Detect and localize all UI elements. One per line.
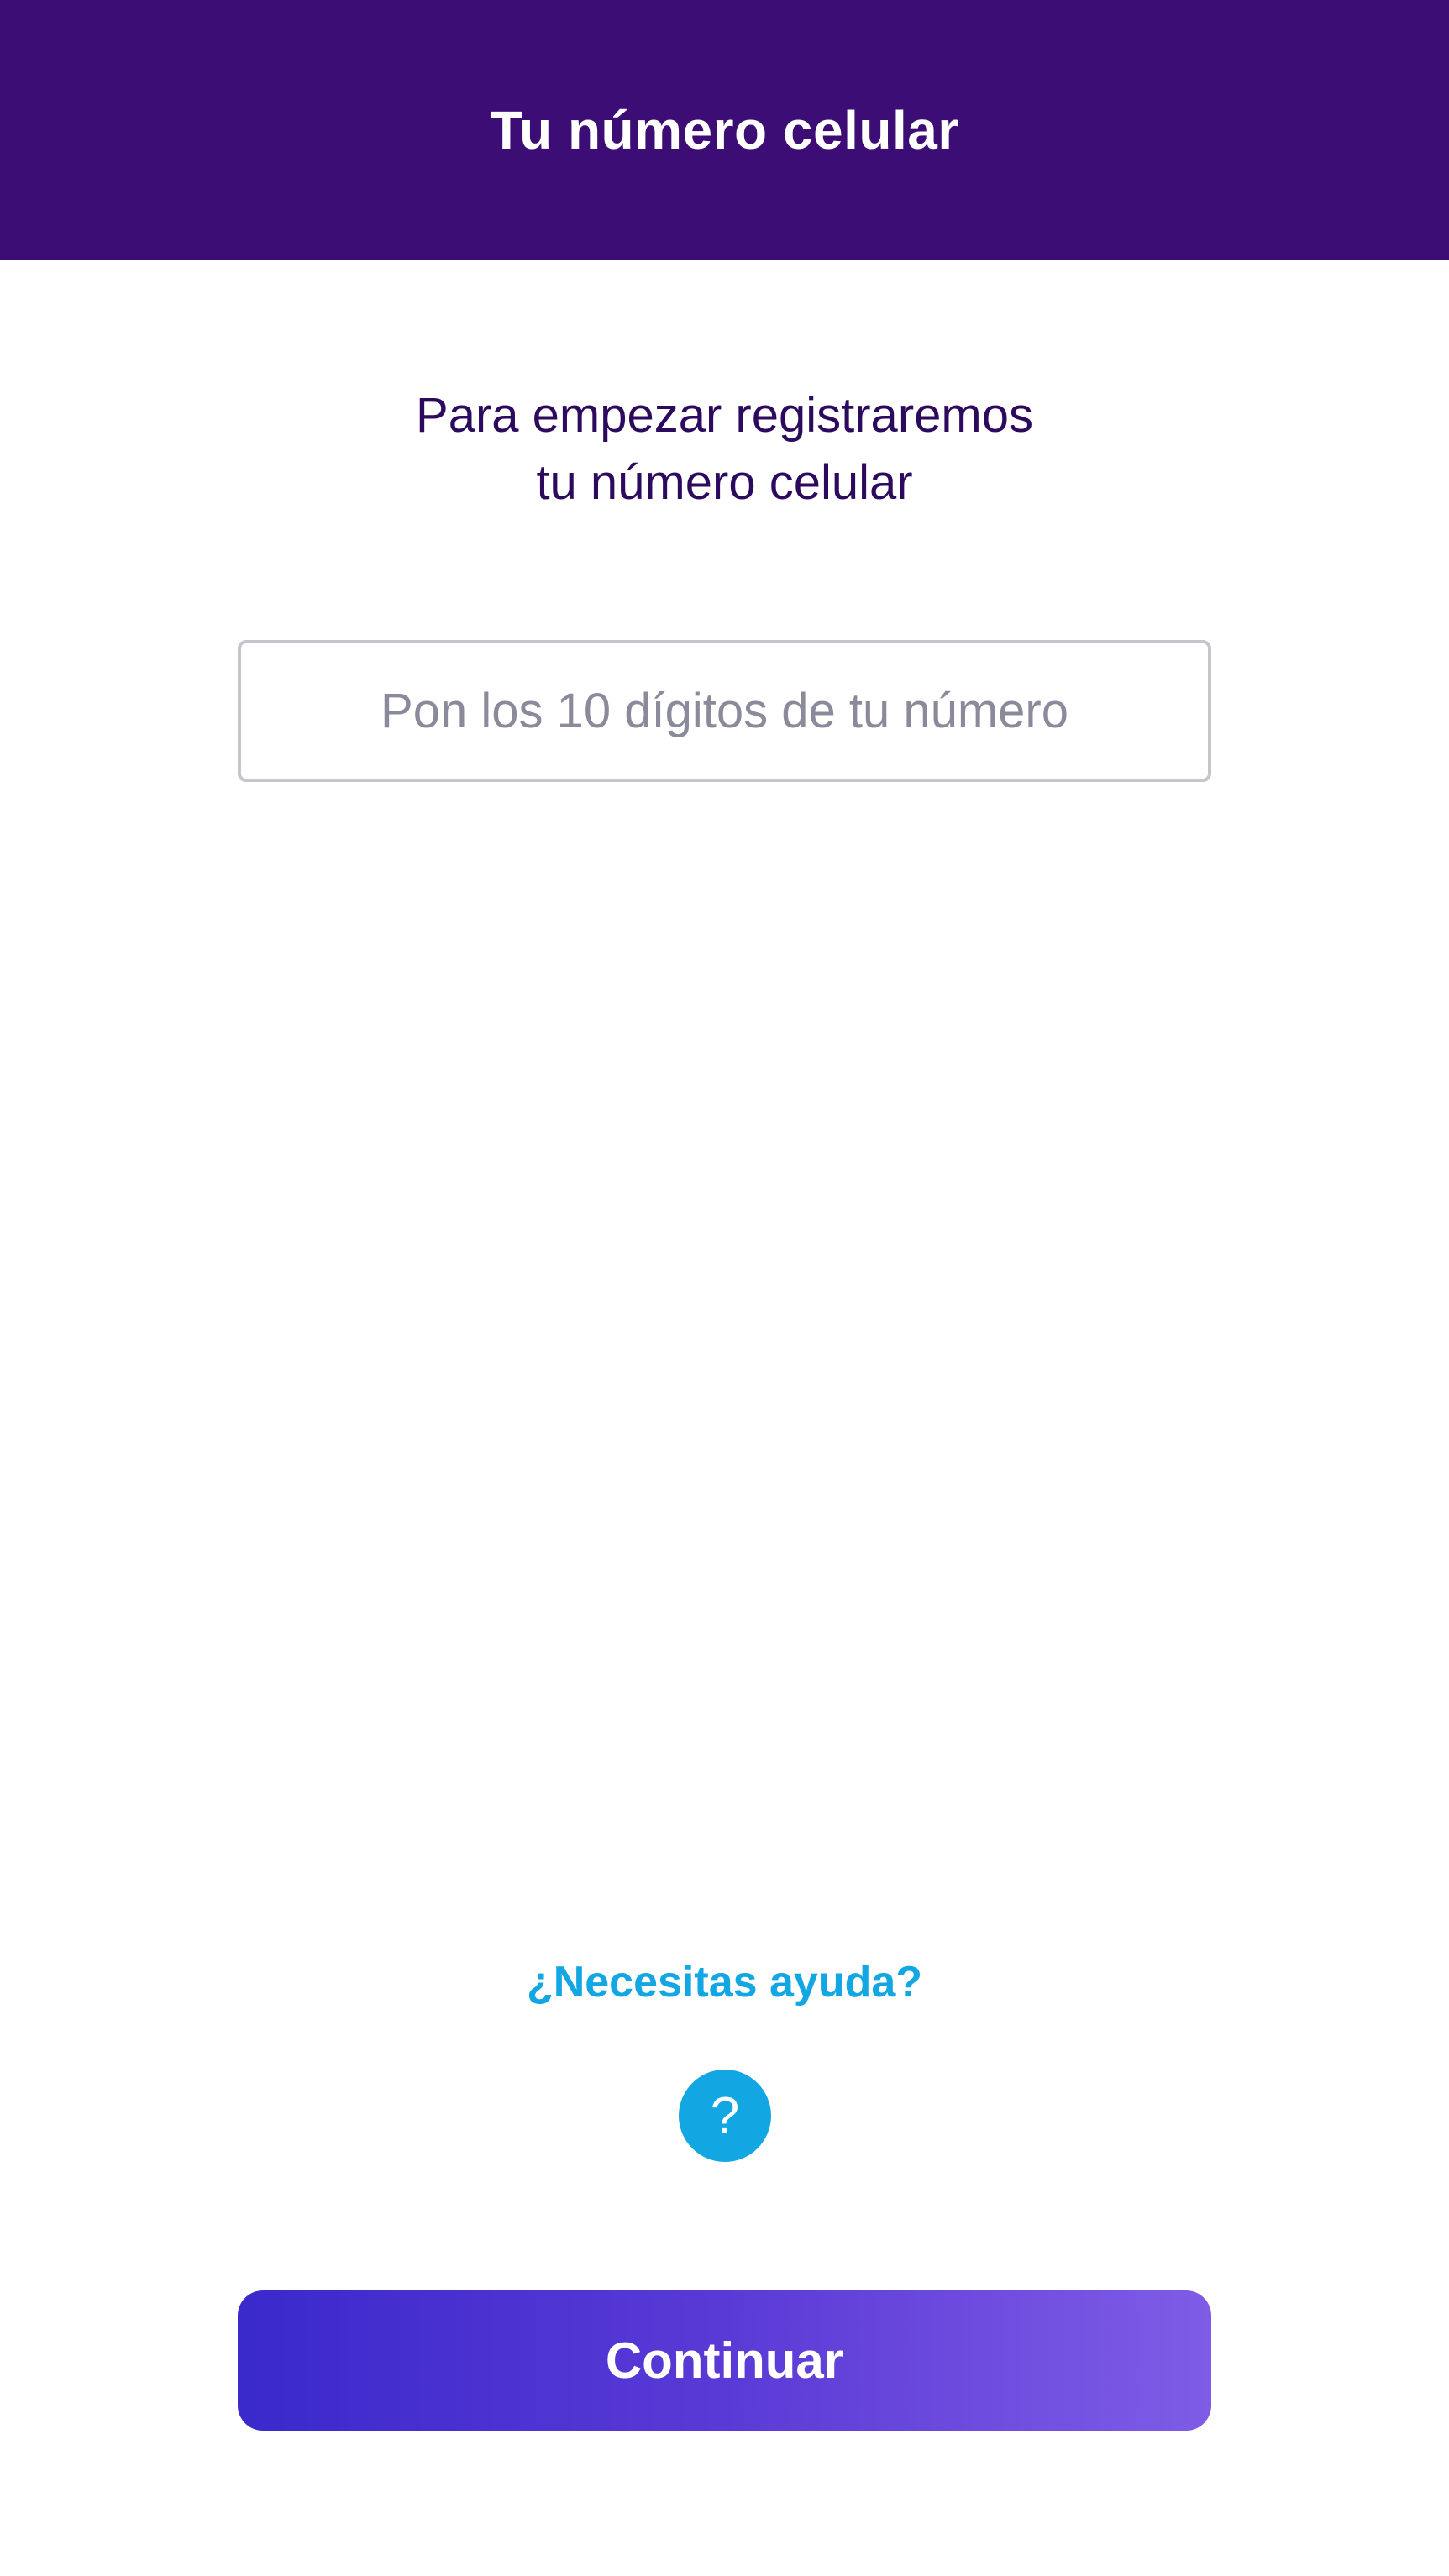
intro-line-2: tu número celular [536, 455, 913, 510]
help-link[interactable]: ¿Necesitas ayuda? [527, 1958, 922, 2007]
question-mark-glyph: ? [710, 2086, 740, 2145]
intro-line-1: Para empezar registraremos [416, 388, 1033, 443]
phone-number-input[interactable] [241, 643, 1208, 779]
continue-button-label: Continuar [605, 2332, 844, 2389]
help-link-container: ¿Necesitas ayuda? [0, 1957, 1449, 2007]
question-circle-icon[interactable]: ? [679, 2070, 771, 2162]
page-title: Tu número celular [490, 99, 959, 160]
app-header: Tu número celular [0, 0, 1449, 260]
phone-number-field[interactable] [238, 640, 1211, 782]
intro-text: Para empezar registraremos tu número cel… [0, 382, 1449, 517]
continue-button[interactable]: Continuar [238, 2290, 1211, 2431]
